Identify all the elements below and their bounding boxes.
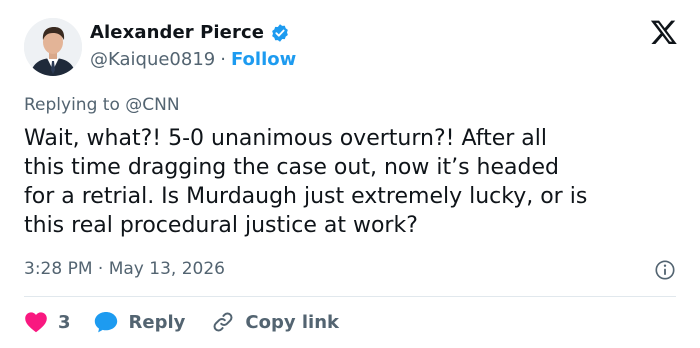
reply-button[interactable]: Reply [93,310,186,334]
separator-dot: · [220,49,226,70]
verified-badge-icon [272,23,288,42]
follow-button[interactable]: Follow [231,49,296,70]
like-count: 3 [58,311,71,333]
author-handle[interactable]: @Kaique0819 [90,49,215,70]
reply-context: Replying to @CNN [24,95,180,115]
heart-icon [25,312,47,333]
divider [24,296,676,297]
tweet-card: Alexander Pierce @Kaique0819 · Follow Repl… [0,0,700,348]
like-button[interactable]: 3 [24,311,71,333]
avatar[interactable] [24,18,82,76]
tweet-text: Wait, what?! 5-0 unanimous overturn?! Af… [24,126,588,238]
tweet-timestamp[interactable]: 3:28 PM · May 13, 2026 [24,259,225,279]
author-handle-row: @Kaique0819 · Follow [90,49,296,70]
reply-bubble-icon [94,312,117,333]
reply-label: Reply [128,311,186,333]
copy-link-button[interactable]: Copy link [211,310,339,334]
copy-link-label: Copy link [245,311,339,333]
author-name-row: Alexander Pierce [90,22,290,43]
action-bar: 3 Reply Copy link [24,309,365,335]
info-icon[interactable] [654,259,676,281]
x-logo-icon[interactable] [650,18,678,46]
author-name[interactable]: Alexander Pierce [90,22,264,43]
link-icon [213,312,233,332]
